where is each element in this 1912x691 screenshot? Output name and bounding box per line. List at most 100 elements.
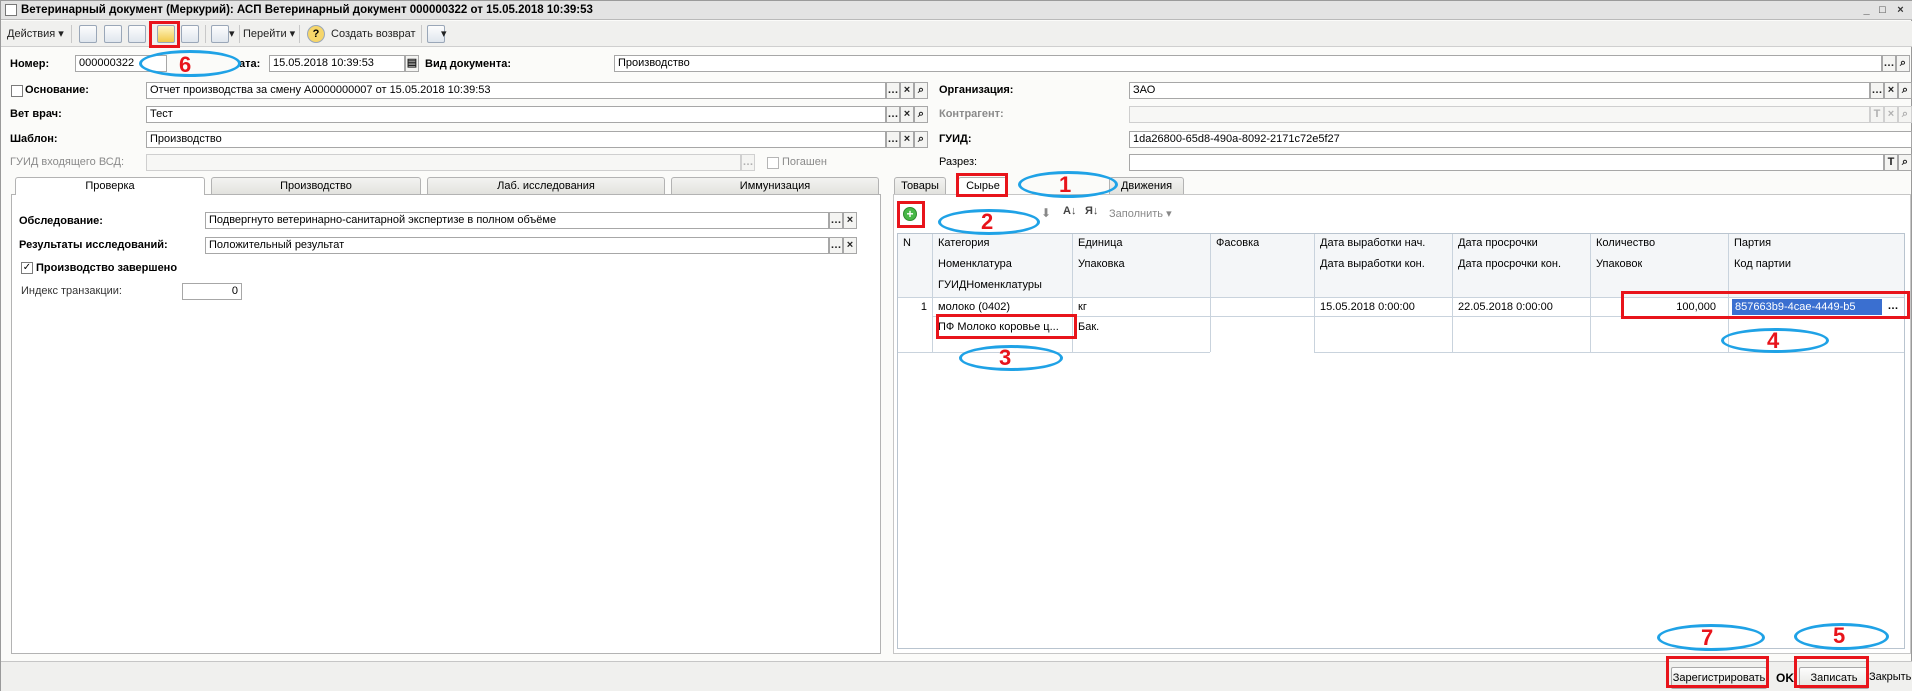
col-header-guid-nomenclature[interactable]: ГУИДНоменклатуры	[935, 277, 1042, 293]
minimize-button[interactable]: _	[1859, 3, 1874, 18]
col-header-date-start[interactable]: Дата выработки нач.	[1317, 235, 1425, 251]
cell-date-start[interactable]: 15.05.2018 0:00:00	[1317, 299, 1415, 315]
select-button[interactable]: …	[886, 82, 900, 99]
repaid-label: Погашен	[782, 156, 827, 168]
search-icon[interactable]: ⌕	[914, 82, 928, 99]
select-button[interactable]: …	[829, 237, 843, 254]
col-header-batch-code[interactable]: Код партии	[1731, 256, 1791, 272]
col-header-expiry-end[interactable]: Дата просрочки кон.	[1455, 256, 1561, 272]
col-header-fasovka[interactable]: Фасовка	[1213, 235, 1259, 251]
vet-field[interactable]: Тест	[146, 106, 886, 123]
tab-immunization[interactable]: Иммунизация	[671, 177, 879, 194]
unpost-icon[interactable]	[181, 25, 199, 43]
cell-unit[interactable]: кг	[1075, 299, 1087, 315]
doc-type-field[interactable]: Производство	[614, 55, 1882, 72]
guid-in-label: ГУИД входящего ВСД:	[10, 156, 124, 168]
results-label: Результаты исследований:	[19, 239, 168, 251]
search-icon[interactable]: ⌕	[1898, 82, 1912, 99]
basis-checkbox[interactable]	[11, 85, 23, 97]
grid-divider	[1452, 234, 1453, 352]
clear-icon[interactable]: ×	[843, 212, 857, 229]
number-label: Номер:	[10, 58, 50, 70]
select-button[interactable]: …	[886, 106, 900, 123]
tab-lab-research[interactable]: Лаб. исследования	[427, 177, 665, 194]
clear-icon[interactable]: ×	[1884, 82, 1898, 99]
save-close-icon[interactable]	[79, 25, 97, 43]
col-header-unit[interactable]: Единица	[1075, 235, 1123, 251]
tab-goods[interactable]: Товары	[894, 177, 946, 194]
col-header-quantity[interactable]: Количество	[1593, 235, 1655, 251]
col-header-batch[interactable]: Партия	[1731, 235, 1771, 251]
exam-field[interactable]: Подвергнуто ветеринарно-санитарной экспе…	[205, 212, 829, 229]
col-header-packages[interactable]: Упаковок	[1593, 256, 1642, 272]
basis-field[interactable]: Отчет производства за смену А0000000007 …	[146, 82, 886, 99]
toolbar-separator	[239, 25, 240, 43]
search-icon[interactable]: ⌕	[914, 106, 928, 123]
document-window: Ветеринарный документ (Меркурий): АСП Ве…	[0, 0, 1912, 691]
col-header-expiry[interactable]: Дата просрочки	[1455, 235, 1538, 251]
clear-icon[interactable]: ×	[900, 131, 914, 148]
tab-production[interactable]: Производство	[211, 177, 421, 194]
ok-button[interactable]: OK	[1776, 671, 1794, 685]
annotation-box-7	[1666, 656, 1769, 688]
move-down-icon[interactable]: ⬇	[1041, 206, 1051, 220]
actions-menu[interactable]: Действия ▾	[7, 25, 64, 43]
grid-divider	[1314, 234, 1315, 352]
type-icon[interactable]: T	[1884, 154, 1898, 171]
search-icon[interactable]: ⌕	[1898, 154, 1912, 171]
permit-field[interactable]	[1129, 154, 1884, 171]
create-return-button[interactable]: Создать возврат	[331, 25, 416, 43]
restore-button[interactable]: □	[1875, 3, 1890, 18]
save-icon[interactable]	[104, 25, 122, 43]
document-icon	[5, 4, 17, 16]
tab-movements[interactable]: Движения	[1109, 177, 1184, 194]
goto-menu[interactable]: Перейти ▾	[243, 25, 295, 43]
basis-label: Основание:	[25, 84, 89, 96]
col-header-packaging[interactable]: Упаковка	[1075, 256, 1125, 272]
calendar-icon[interactable]: ▤	[405, 55, 419, 72]
date-label: ата:	[239, 58, 261, 70]
chevron-down-icon[interactable]: ▾	[441, 25, 447, 43]
clear-icon[interactable]: ×	[900, 82, 914, 99]
clear-icon: ×	[1884, 106, 1898, 123]
select-button[interactable]: …	[1870, 82, 1884, 99]
based-on-icon[interactable]	[211, 25, 229, 43]
select-button[interactable]: …	[886, 131, 900, 148]
results-field[interactable]: Положительный результат	[205, 237, 829, 254]
clear-icon[interactable]: ×	[900, 106, 914, 123]
fill-menu[interactable]: Заполнить ▾	[1109, 206, 1172, 222]
col-header-category[interactable]: Категория	[935, 235, 989, 251]
prod-done-checkbox[interactable]: ✓	[21, 262, 33, 274]
search-icon[interactable]: ⌕	[914, 131, 928, 148]
col-header-n[interactable]: N	[900, 235, 911, 251]
close-window-button[interactable]: ×	[1893, 3, 1908, 18]
clear-icon[interactable]: ×	[843, 237, 857, 254]
counterparty-field	[1129, 106, 1870, 123]
reread-icon[interactable]	[128, 25, 146, 43]
annotation-label-7: 7	[1701, 625, 1714, 650]
cell-packaging[interactable]: Бак.	[1075, 319, 1099, 335]
help-icon[interactable]: ?	[307, 25, 325, 43]
tab-check[interactable]: Проверка	[15, 177, 205, 195]
select-button[interactable]: …	[829, 212, 843, 229]
date-field[interactable]: 15.05.2018 10:39:53	[269, 55, 405, 72]
tx-index-field[interactable]: 0	[182, 283, 242, 300]
template-field[interactable]: Производство	[146, 131, 886, 148]
vet-label: Вет врач:	[10, 108, 62, 120]
guid-field[interactable]: 1da26800-65d8-490a-8092-2171c72e5f27	[1129, 131, 1912, 148]
select-button[interactable]: …	[1882, 55, 1896, 72]
sort-asc-icon[interactable]: A↓	[1063, 205, 1076, 217]
search-icon[interactable]: ⌕	[1896, 55, 1910, 72]
col-header-date-end[interactable]: Дата выработки кон.	[1317, 256, 1425, 272]
row-number[interactable]: 1	[900, 299, 930, 315]
chevron-down-icon[interactable]: ▾	[229, 25, 235, 43]
cell-expiry[interactable]: 22.05.2018 0:00:00	[1455, 299, 1553, 315]
org-field[interactable]: ЗАО	[1129, 82, 1870, 99]
cell-category[interactable]: молоко (0402)	[935, 299, 1010, 315]
annotation-box-2	[897, 201, 925, 228]
close-button[interactable]: Закрыть	[1869, 671, 1911, 683]
annotation-box-3	[936, 314, 1077, 339]
sort-desc-icon[interactable]: Я↓	[1085, 205, 1098, 217]
col-header-nomenclature[interactable]: Номенклатура	[935, 256, 1012, 272]
title-bar: Ветеринарный документ (Меркурий): АСП Ве…	[1, 1, 1912, 20]
